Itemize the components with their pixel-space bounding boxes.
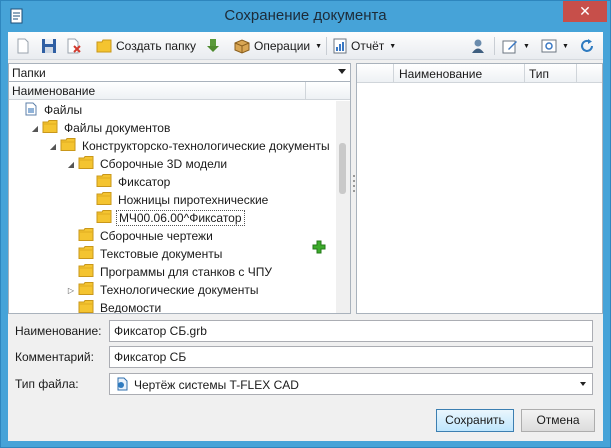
download-icon[interactable]	[206, 36, 220, 56]
edit-icon[interactable]: ▼	[502, 36, 530, 56]
tree-node[interactable]: ◢ Сборочные 3D модели	[66, 155, 229, 173]
expand-toggle-icon[interactable]: ◢	[66, 160, 76, 169]
tree-node[interactable]: ◢ Конструкторско-технологические документ…	[48, 137, 332, 155]
tree-node[interactable]: Ножницы пиротехнические	[84, 191, 270, 209]
files-column-type[interactable]: Тип	[529, 67, 549, 81]
new-document-icon[interactable]	[16, 36, 30, 56]
add-icon[interactable]	[312, 240, 326, 257]
user-icon[interactable]	[470, 36, 486, 56]
folders-combo-value: Папки	[12, 66, 46, 80]
report-label: Отчёт	[351, 39, 385, 53]
tree-node[interactable]: Текстовые документы	[66, 245, 224, 263]
report-menu[interactable]: Отчёт ▼	[333, 36, 396, 56]
tree-node[interactable]: Программы для станков с ЧПУ	[66, 263, 274, 281]
view-icon[interactable]: ▼	[541, 36, 569, 56]
comment-label: Комментарий:	[15, 350, 94, 364]
chevron-down-icon	[580, 382, 586, 386]
comment-field[interactable]: Фиксатор СБ	[109, 346, 593, 368]
tree-node[interactable]: Файлы	[12, 101, 84, 119]
folder-icon	[96, 174, 112, 190]
folder-icon	[96, 39, 112, 53]
folder-icon	[78, 264, 94, 280]
name-field[interactable]: Фиксатор СБ.grb	[109, 320, 593, 342]
expand-toggle-icon[interactable]: ◢	[30, 124, 40, 133]
folder-icon	[78, 282, 94, 298]
expand-toggle-icon[interactable]: ▷	[66, 286, 76, 295]
folder-icon	[96, 192, 112, 208]
folder-icon	[78, 246, 94, 262]
save-icon[interactable]	[41, 36, 57, 56]
tree-column-name: Наименование	[12, 84, 96, 98]
expand-toggle-icon[interactable]: ◢	[48, 142, 58, 151]
folders-combo[interactable]: Папки	[9, 64, 350, 82]
splitter[interactable]	[352, 175, 355, 199]
dialog-body: Создать папку Операции ▼ Отчёт ▼ ▼ ▼ Пап…	[8, 32, 603, 441]
filetype-value: Чертёж системы T-FLEX CAD	[134, 378, 299, 392]
window-title: Сохранение документа	[224, 7, 387, 24]
tree-scrollbar[interactable]	[336, 101, 350, 313]
folders-panel: Папки Наименование Файлы ◢ Файлы документо…	[8, 63, 351, 314]
toolbar: Создать папку Операции ▼ Отчёт ▼ ▼ ▼	[8, 32, 603, 60]
cancel-button[interactable]: Отмена	[521, 409, 595, 432]
files-column-name[interactable]: Наименование	[399, 67, 482, 81]
delete-icon[interactable]	[66, 36, 82, 56]
tree-node-label: Программы для станков с ЧПУ	[100, 265, 273, 279]
tree-node-label: Сборочные чертежи	[100, 229, 213, 243]
create-folder-label: Создать папку	[116, 39, 196, 53]
tree-node[interactable]: Ведомости	[66, 299, 163, 313]
tree-node-label: Ножницы пиротехнические	[118, 193, 269, 207]
operations-menu[interactable]: Операции ▼	[234, 36, 322, 56]
tree-node[interactable]: Сборочные чертежи	[66, 227, 215, 245]
tree-node-label: Текстовые документы	[100, 247, 223, 261]
title-bar: Сохранение документа ✕	[1, 1, 610, 32]
tree-node[interactable]: Фиксатор	[84, 173, 172, 191]
tree-node[interactable]: ◢ Файлы документов	[30, 119, 172, 137]
tree-node-label: Файлы документов	[64, 121, 171, 135]
chevron-down-icon	[338, 69, 346, 74]
tree-node-label: Ведомости	[100, 301, 162, 313]
tree-node[interactable]: ▷ Технологические документы	[66, 281, 260, 299]
root-icon	[24, 102, 38, 119]
tree-node-label: Технологические документы	[100, 283, 259, 297]
save-button[interactable]: Сохранить	[436, 409, 514, 432]
close-button[interactable]: ✕	[563, 1, 607, 22]
folder-tree: Файлы ◢ Файлы документов ◢ Конструкторско-те…	[9, 101, 335, 313]
tree-node-label: МЧ00.06.00^Фиксатор	[116, 210, 245, 226]
filetype-select[interactable]: Чертёж системы T-FLEX CAD	[109, 373, 593, 395]
filetype-label: Тип файла:	[15, 377, 79, 391]
folder-icon	[96, 210, 112, 226]
refresh-icon[interactable]	[579, 36, 595, 56]
tree-node-label: Сборочные 3D модели	[100, 157, 228, 171]
tree-column-header[interactable]: Наименование	[9, 82, 350, 100]
scrollbar-thumb[interactable]	[339, 143, 346, 194]
box-icon	[234, 39, 250, 54]
save-document-dialog: Сохранение документа ✕ Создать папку Опе…	[0, 0, 611, 448]
tree-node-label: Файлы	[44, 103, 83, 117]
files-column-header: Наименование Тип	[357, 64, 602, 83]
name-label: Наименование:	[15, 324, 102, 338]
create-folder-button[interactable]: Создать папку	[96, 36, 196, 56]
tree-node-label: Фиксатор	[118, 175, 171, 189]
report-icon	[333, 38, 347, 54]
tree-node[interactable]: МЧ00.06.00^Фиксатор	[84, 209, 245, 227]
files-panel: Наименование Тип	[356, 63, 603, 314]
operations-label: Операции	[254, 39, 311, 53]
tree-node-label: Конструкторско-технологические документы	[82, 139, 330, 153]
folder-icon	[78, 156, 94, 172]
folder-icon	[60, 138, 76, 154]
tflex-icon	[115, 377, 129, 394]
folder-icon	[78, 300, 94, 313]
folder-icon	[42, 120, 58, 136]
folder-icon	[78, 228, 94, 244]
